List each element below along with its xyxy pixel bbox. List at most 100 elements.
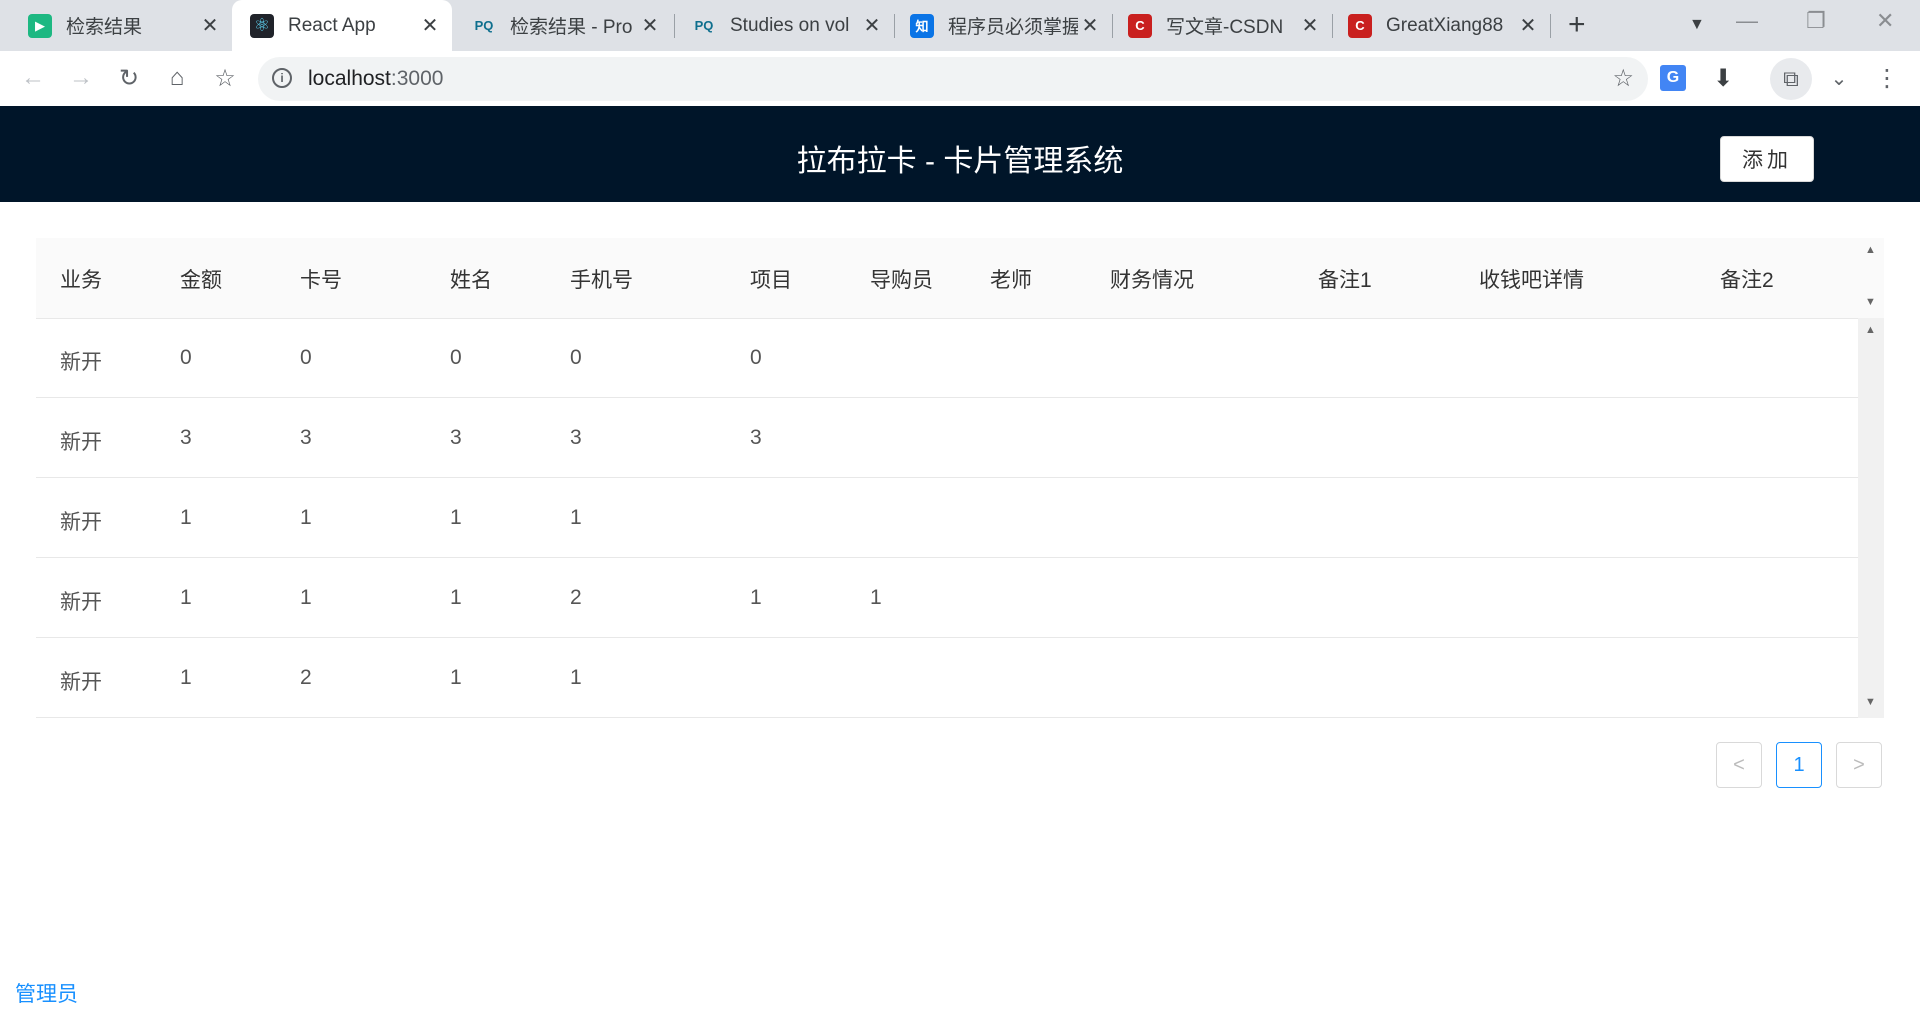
table-cell: 新开 <box>60 351 102 374</box>
table-row[interactable]: 新开 0 0 0 0 0 <box>36 318 1858 398</box>
close-tab-icon[interactable]: ✕ <box>1516 13 1540 38</box>
table-row[interactable]: 新开 1 2 1 1 <box>36 638 1858 718</box>
header-scrollbar[interactable]: ▲ ▼ <box>1858 238 1884 318</box>
close-tab-icon[interactable]: ✕ <box>198 13 222 38</box>
tab-title: 检索结果 <box>66 17 143 38</box>
close-window-icon[interactable]: ✕ <box>1876 8 1894 34</box>
tab-title: 程序员必须掌握 <box>948 17 1078 38</box>
browser-tab[interactable]: C 写文章-CSDN ✕ <box>1112 0 1332 51</box>
address-url[interactable]: localhost:3000 <box>308 67 443 91</box>
table-cell: 2 <box>570 586 582 609</box>
table-cell: 1 <box>570 666 582 689</box>
react-favicon-icon: ⚛ <box>250 13 274 38</box>
column-header: 卡号 <box>300 269 342 292</box>
table-cell: 1 <box>300 506 312 529</box>
home-icon[interactable]: ⌂ <box>162 63 192 93</box>
column-header: 姓名 <box>450 269 492 292</box>
table-cell: 0 <box>300 346 312 369</box>
table-cell: 0 <box>570 346 582 369</box>
table-row[interactable]: 新开 1 1 1 1 <box>36 478 1858 558</box>
table-cell: 3 <box>180 426 192 449</box>
browser-toolbar: ← → ↻ ⌂ ☆ i localhost:3000 ☆ G ⬇ ⧉ ⌄ ⋮ <box>0 51 1920 107</box>
scroll-up-arrow-icon[interactable]: ▲ <box>1865 244 1876 256</box>
new-tab-plus-icon[interactable]: + <box>1568 8 1586 42</box>
browser-tab[interactable]: 知 程序员必须掌握 ✕ <box>894 0 1112 51</box>
scroll-down-arrow-icon[interactable]: ▼ <box>1865 696 1876 708</box>
browser-tab-strip: ▶ 检索结果 ✕ ⚛ React App ✕ PQ 检索结果 - Pro ✕ P… <box>0 0 1920 51</box>
browser-menu-icon[interactable]: ⋮ <box>1872 63 1902 93</box>
scroll-up-arrow-icon[interactable]: ▲ <box>1865 324 1876 336</box>
browser-tab[interactable]: C GreatXiang88 ✕ <box>1332 0 1550 51</box>
column-header: 手机号 <box>570 269 633 292</box>
browser-tab[interactable]: PQ 检索结果 - Pro ✕ <box>452 0 672 51</box>
column-header: 业务 <box>60 269 102 292</box>
admin-link[interactable]: 管理员 <box>15 978 78 1008</box>
pq-favicon-icon: PQ <box>474 18 494 33</box>
table-cell: 1 <box>450 666 462 689</box>
close-tab-icon[interactable]: ✕ <box>418 13 442 38</box>
table-cell: 0 <box>180 346 192 369</box>
minimize-window-icon[interactable]: — <box>1736 8 1758 34</box>
bookmark-star-icon[interactable]: ☆ <box>210 63 240 93</box>
app-header: 拉布拉卡 - 卡片管理系统 添加 <box>0 106 1920 202</box>
table-header: 业务 金额 卡号 姓名 手机号 项目 导购员 老师 财务情况 备注1 收钱吧详情… <box>36 238 1858 319</box>
table-cell: 新开 <box>60 591 102 614</box>
table-cell: 3 <box>750 426 762 449</box>
extension-collapse-icon[interactable]: ⌄ <box>1824 63 1854 93</box>
restore-window-icon[interactable]: ❐ <box>1806 8 1826 34</box>
table-cell: 3 <box>450 426 462 449</box>
table-cell: 1 <box>180 586 192 609</box>
close-tab-icon[interactable]: ✕ <box>1298 13 1322 38</box>
table-cell: 1 <box>180 666 192 689</box>
table-row[interactable]: 新开 1 1 1 2 1 1 <box>36 558 1858 638</box>
table-cell: 0 <box>750 346 762 369</box>
table-cell: 3 <box>570 426 582 449</box>
table-row[interactable]: 新开 3 3 3 3 3 <box>36 398 1858 478</box>
card-table: 业务 金额 卡号 姓名 手机号 项目 导购员 老师 财务情况 备注1 收钱吧详情… <box>36 238 1884 718</box>
close-tab-icon[interactable]: ✕ <box>638 13 662 38</box>
table-cell: 1 <box>570 506 582 529</box>
csdn-favicon-icon: C <box>1348 13 1372 38</box>
add-button[interactable]: 添加 <box>1720 136 1814 182</box>
table-cell: 新开 <box>60 511 102 534</box>
zhihu-favicon-icon: 知 <box>910 13 934 38</box>
browser-tab[interactable]: ▶ 检索结果 ✕ <box>0 0 232 51</box>
table-body: 新开 0 0 0 0 0 新开 3 3 3 3 3 新开 1 1 1 1 新开 <box>36 318 1858 718</box>
address-bar[interactable]: i localhost:3000 ☆ <box>258 57 1648 101</box>
pagination-page-1[interactable]: 1 <box>1776 742 1822 788</box>
table-cell: 1 <box>870 586 882 609</box>
column-header: 备注1 <box>1318 269 1372 292</box>
crop-screenshot-icon[interactable]: ⧉ <box>1770 58 1812 100</box>
bookmark-page-star-icon[interactable]: ☆ <box>1612 64 1634 93</box>
column-header: 老师 <box>990 269 1032 292</box>
tab-search-dropdown-icon[interactable]: ▼ <box>1689 16 1705 34</box>
column-header: 财务情况 <box>1110 269 1194 292</box>
site-info-icon[interactable]: i <box>272 68 292 88</box>
table-body-scrollbar[interactable]: ▲ ▼ <box>1858 318 1884 718</box>
scroll-down-arrow-icon[interactable]: ▼ <box>1865 296 1876 308</box>
table-cell: 3 <box>300 426 312 449</box>
close-tab-icon[interactable]: ✕ <box>860 13 884 38</box>
app-title: 拉布拉卡 - 卡片管理系统 <box>796 145 1124 178</box>
pagination-next-button[interactable]: > <box>1836 742 1882 788</box>
url-host: localhost <box>308 67 391 90</box>
back-arrow-icon[interactable]: ← <box>18 63 48 93</box>
tab-title: GreatXiang88 <box>1386 14 1504 36</box>
play-favicon-icon: ▶ <box>28 13 52 38</box>
reload-icon[interactable]: ↻ <box>114 63 144 93</box>
table-cell: 2 <box>300 666 312 689</box>
table-cell: 1 <box>300 586 312 609</box>
table-cell: 0 <box>450 346 462 369</box>
close-tab-icon[interactable]: ✕ <box>1078 13 1102 38</box>
google-translate-icon[interactable]: G <box>1660 65 1686 91</box>
csdn-favicon-icon: C <box>1128 13 1152 38</box>
download-icon[interactable]: ⬇ <box>1708 63 1738 93</box>
pagination-prev-button[interactable]: < <box>1716 742 1762 788</box>
tab-title: React App <box>288 14 376 36</box>
browser-tab[interactable]: PQ Studies on vol ✕ <box>674 0 894 51</box>
table-cell: 1 <box>450 586 462 609</box>
forward-arrow-icon[interactable]: → <box>66 63 96 93</box>
column-header: 项目 <box>750 269 792 292</box>
browser-tab-active[interactable]: ⚛ React App ✕ <box>232 0 452 51</box>
column-header: 金额 <box>180 269 222 292</box>
